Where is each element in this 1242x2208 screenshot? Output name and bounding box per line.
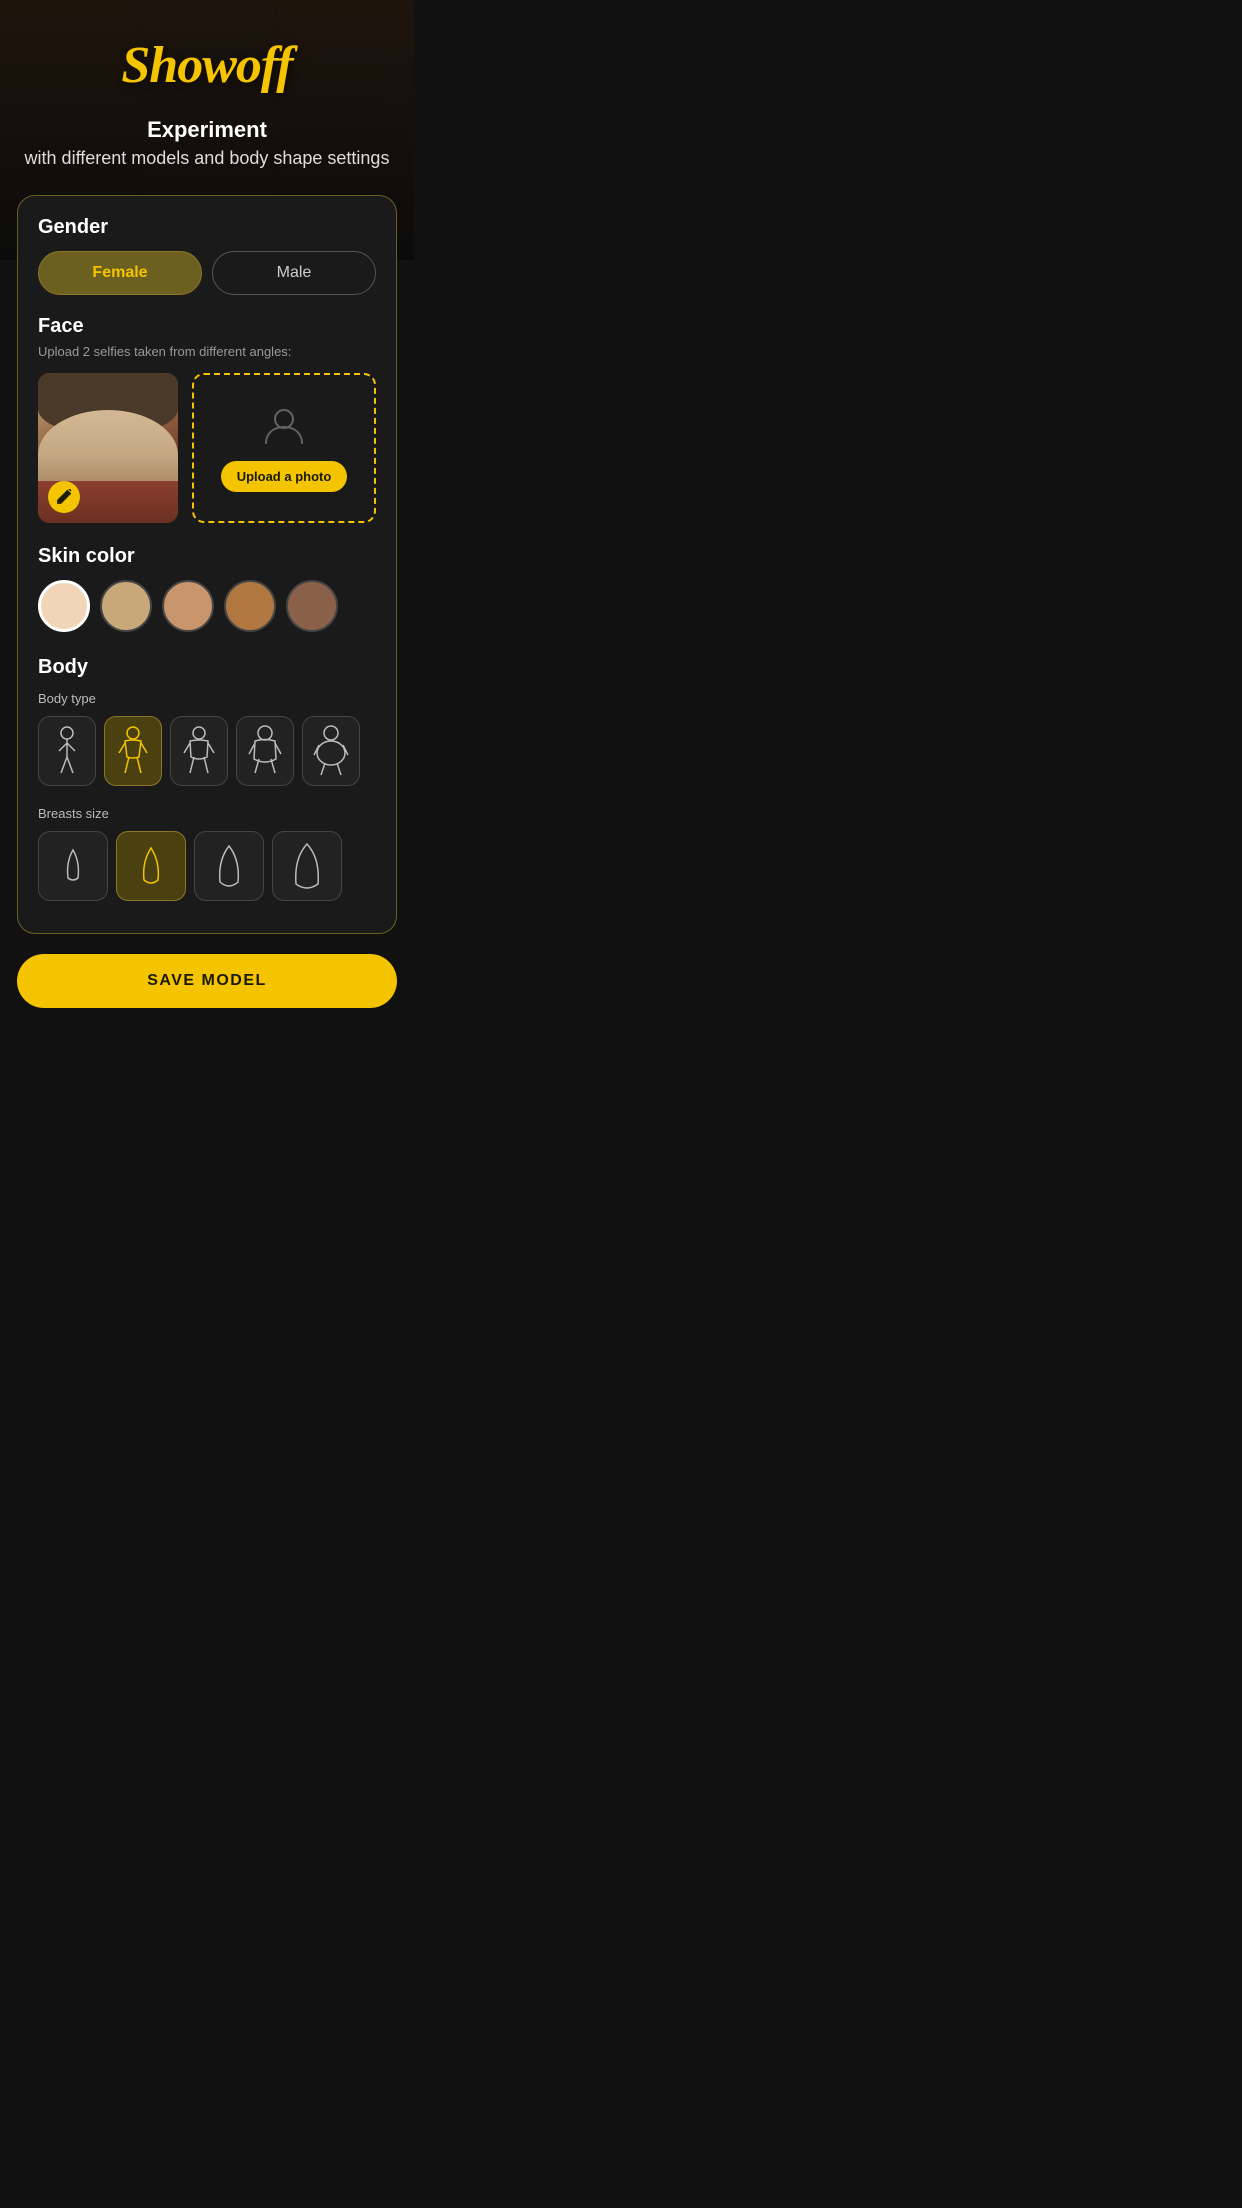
body-type-chubby[interactable] — [236, 716, 294, 786]
face-label: Face — [38, 315, 376, 338]
body-type-selector — [38, 716, 376, 786]
body-type-athletic[interactable] — [104, 716, 162, 786]
tagline-sub: with different models and body shape set… — [25, 146, 390, 171]
breast-large-icon — [210, 840, 248, 892]
gender-selector: Female Male — [38, 251, 376, 295]
body-type-label: Body type — [38, 691, 376, 706]
face-photo-slot-1 — [38, 373, 178, 523]
chubby-body-icon — [247, 725, 283, 777]
breast-size-xlarge[interactable] — [272, 831, 342, 901]
upload-photo-button[interactable]: Upload a photo — [221, 461, 348, 492]
breast-small-icon — [54, 840, 92, 892]
settings-card: Gender Female Male Face Upload 2 selfies… — [17, 195, 397, 934]
page-content: Showoff Experiment with different models… — [0, 0, 414, 1038]
save-model-button[interactable]: SAVE MODEL — [17, 954, 397, 1008]
breast-size-selector — [38, 831, 376, 901]
breast-size-label: Breasts size — [38, 806, 376, 821]
slim-body-icon — [49, 725, 85, 777]
app-title: Showoff — [121, 36, 292, 95]
body-type-average[interactable] — [170, 716, 228, 786]
breast-size-medium[interactable] — [116, 831, 186, 901]
athletic-body-icon — [115, 725, 151, 777]
skin-swatch-2[interactable] — [100, 580, 152, 632]
skin-color-label: Skin color — [38, 545, 376, 568]
average-body-icon — [181, 725, 217, 777]
gender-male-button[interactable]: Male — [212, 251, 376, 295]
skin-color-selector — [38, 580, 376, 632]
skin-swatch-3[interactable] — [162, 580, 214, 632]
edit-photo-button[interactable] — [48, 481, 80, 513]
breast-xlarge-icon — [288, 840, 326, 892]
breast-size-small[interactable] — [38, 831, 108, 901]
tagline-main: Experiment — [25, 115, 390, 146]
body-type-heavy[interactable] — [302, 716, 360, 786]
skin-swatch-5[interactable] — [286, 580, 338, 632]
body-label: Body — [38, 656, 376, 679]
skin-swatch-4[interactable] — [224, 580, 276, 632]
breast-medium-icon — [132, 840, 170, 892]
face-upload-row: Upload a photo — [38, 373, 376, 523]
face-photo-slot-2[interactable]: Upload a photo — [192, 373, 376, 523]
person-placeholder-icon — [261, 403, 307, 449]
body-type-slim[interactable] — [38, 716, 96, 786]
face-subtitle: Upload 2 selfies taken from different an… — [38, 344, 376, 359]
gender-female-button[interactable]: Female — [38, 251, 202, 295]
heavy-body-icon — [313, 725, 349, 777]
breast-size-large[interactable] — [194, 831, 264, 901]
gender-label: Gender — [38, 216, 376, 239]
skin-swatch-1[interactable] — [38, 580, 90, 632]
tagline: Experiment with different models and bod… — [5, 115, 410, 171]
pencil-icon — [56, 489, 72, 505]
